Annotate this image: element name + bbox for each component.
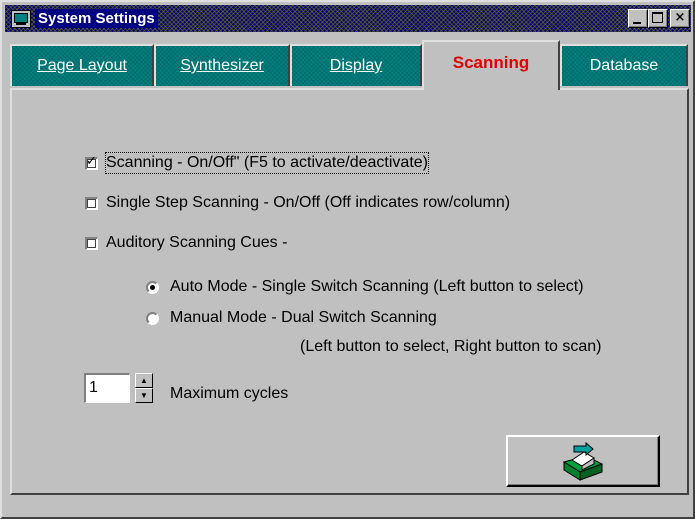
tab-synthesizer[interactable]: Synthesizer <box>154 44 290 86</box>
maximum-cycles-label: Maximum cycles <box>170 385 289 402</box>
manual-mode-label[interactable]: Manual Mode - Dual Switch Scanning <box>170 308 437 328</box>
auto-mode-radio[interactable] <box>146 281 159 294</box>
system-settings-window: System Settings × Page Layout Synthesize… <box>0 0 695 519</box>
close-icon: × <box>674 10 686 25</box>
auditory-cues-label[interactable]: Auditory Scanning Cues - <box>106 233 287 253</box>
cycles-down-button[interactable]: ▼ <box>135 388 153 403</box>
printer-disk-icon <box>562 442 604 481</box>
tab-page-layout[interactable]: Page Layout <box>10 44 154 86</box>
maximize-icon <box>652 12 663 23</box>
manual-mode-radio[interactable] <box>146 312 159 325</box>
close-button[interactable]: × <box>670 9 690 28</box>
tab-label-mnemonic: D <box>329 57 342 74</box>
arrow-up-icon: ▲ <box>140 376 148 385</box>
tab-display[interactable]: Display <box>290 44 422 86</box>
auto-mode-label[interactable]: Auto Mode - Single Switch Scanning (Left… <box>170 277 584 297</box>
minimize-button[interactable] <box>628 9 648 28</box>
tab-label: isplay <box>341 57 383 74</box>
auditory-cues-checkbox[interactable] <box>85 237 98 250</box>
arrow-down-icon: ▼ <box>140 391 148 400</box>
tab-label: ynthesizer <box>190 57 264 74</box>
scanning-onoff-checkbox[interactable]: ✓ <box>85 154 98 170</box>
app-icon[interactable] <box>11 10 31 28</box>
tab-database[interactable]: Database <box>560 44 688 86</box>
radio-selected-dot <box>150 285 155 290</box>
minimize-icon <box>633 22 641 24</box>
maximum-cycles-input[interactable]: 1 <box>84 373 130 403</box>
ok-button[interactable] <box>506 435 660 487</box>
cycles-up-button[interactable]: ▲ <box>135 373 153 388</box>
title-bar[interactable]: System Settings × <box>5 5 691 32</box>
single-step-label[interactable]: Single Step Scanning - On/Off (Off indic… <box>106 193 510 213</box>
tab-label: Database <box>589 57 659 74</box>
tab-label: Scanning <box>452 53 530 72</box>
tab-label-mnemonic: P <box>37 57 48 74</box>
checkmark-icon: ✓ <box>86 154 97 169</box>
window-title: System Settings <box>35 9 158 28</box>
tab-scanning[interactable]: Scanning <box>422 40 560 90</box>
single-step-checkbox[interactable] <box>85 197 98 210</box>
tab-label: age Layout <box>47 57 127 74</box>
maximize-button[interactable] <box>648 9 668 28</box>
scanning-panel: ✓ Scanning - On/Off" (F5 to activate/dea… <box>10 88 689 495</box>
scanning-onoff-label[interactable]: Scanning - On/Off" (F5 to activate/deact… <box>105 152 429 174</box>
manual-mode-detail: (Left button to select, Right button to … <box>300 338 602 355</box>
tab-label-mnemonic: S <box>180 57 191 74</box>
tab-strip: Page Layout Synthesizer Display Scanning… <box>10 40 688 90</box>
